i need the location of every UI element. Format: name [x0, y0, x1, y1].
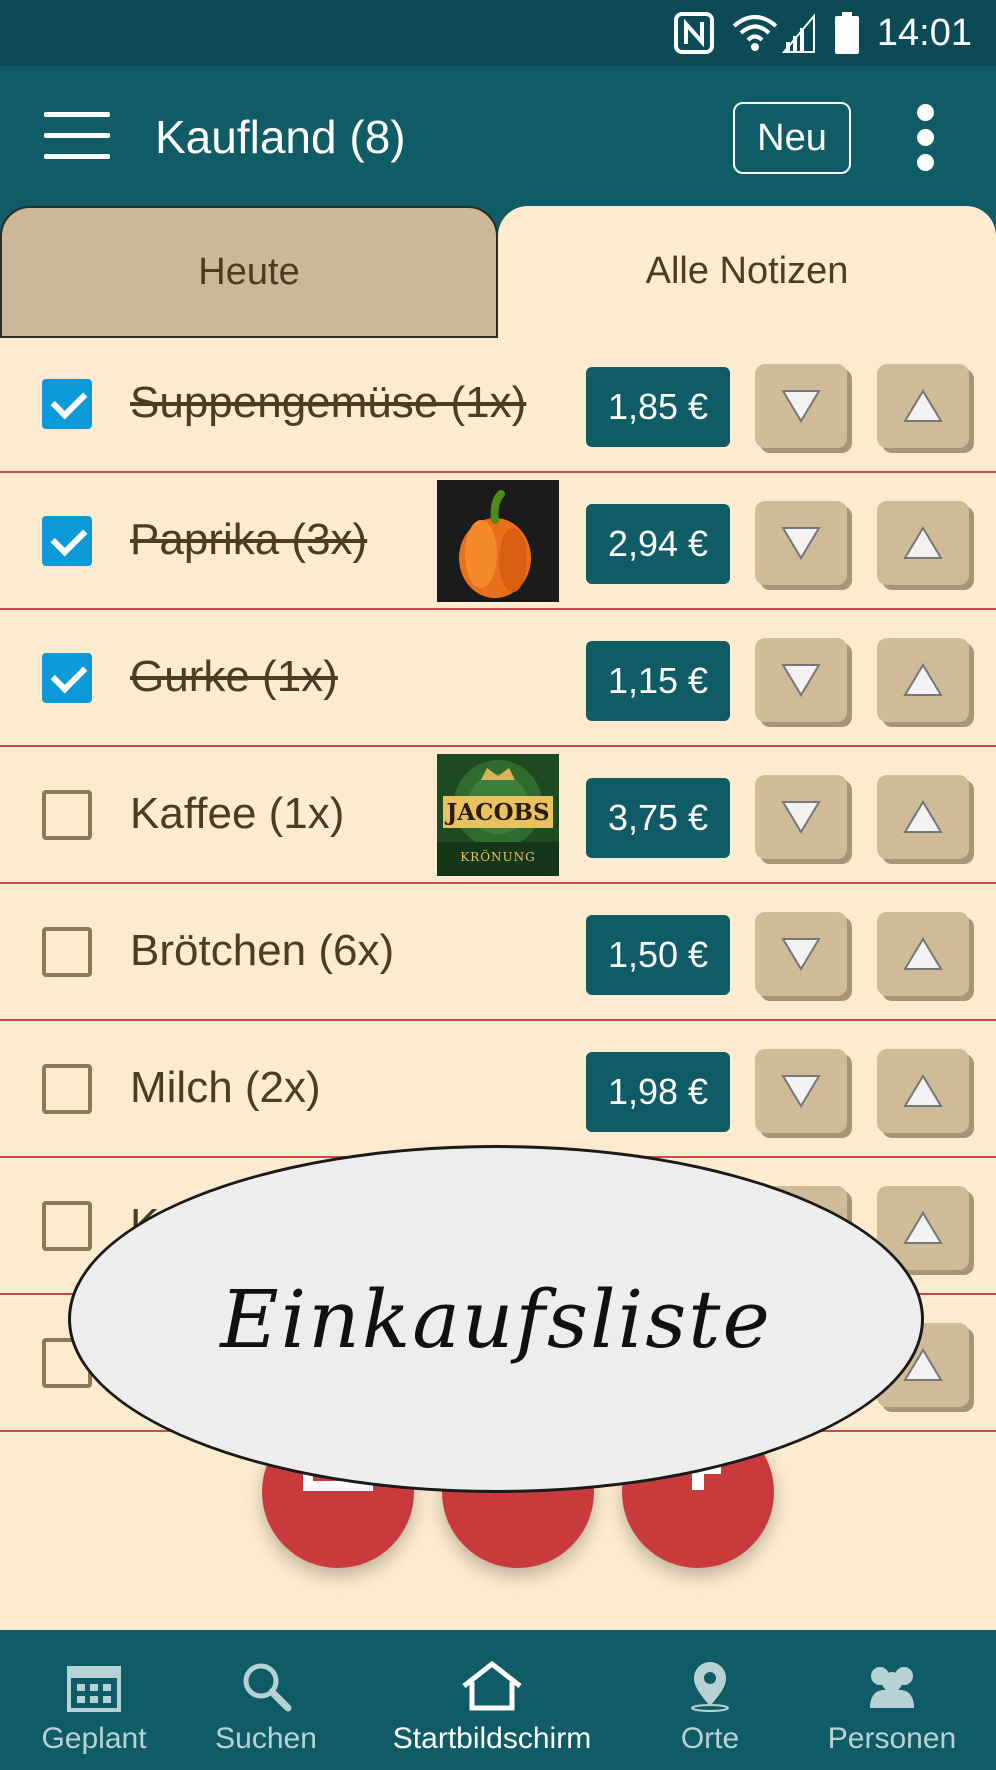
nav-suchen[interactable]: Suchen: [196, 1630, 336, 1770]
decrease-button[interactable]: [755, 364, 847, 448]
nav-label: Orte: [680, 1722, 740, 1755]
people-icon: [870, 1667, 914, 1708]
list-item: Paprika (3x) 2,94 €: [0, 473, 996, 610]
price-button[interactable]: 3,75 €: [586, 778, 730, 858]
increase-button[interactable]: [877, 1049, 969, 1133]
nav-orte[interactable]: Orte: [650, 1630, 770, 1770]
jacobs-brand: JACOBS: [446, 799, 550, 826]
item-checkbox[interactable]: [42, 516, 92, 566]
price-button[interactable]: 1,50 €: [586, 915, 730, 995]
item-label: Suppengemüse (1x): [130, 378, 527, 427]
paprika-image[interactable]: [437, 480, 559, 602]
kaffee-image[interactable]: JACOBS KRÖNUNG: [437, 754, 559, 876]
price-button[interactable]: 1,85 €: [586, 367, 730, 447]
decrease-button[interactable]: [755, 775, 847, 859]
item-label: Kaffee (1x): [130, 789, 345, 838]
item-checkbox[interactable]: [42, 379, 92, 429]
new-button[interactable]: Neu: [733, 102, 851, 174]
item-label: Gurke (1x): [130, 652, 338, 701]
triangle-up-icon: [903, 1211, 943, 1244]
tab-heute[interactable]: Heute: [0, 206, 498, 338]
triangle-down-icon: [781, 1075, 821, 1108]
item-checkbox[interactable]: [42, 927, 92, 977]
triangle-up-icon: [903, 937, 943, 970]
item-checkbox[interactable]: [42, 653, 92, 703]
status-bar: 14:01: [0, 0, 996, 66]
triangle-down-icon: [781, 938, 821, 971]
jacobs-line: KRÖNUNG: [460, 850, 536, 864]
triangle-down-icon: [781, 527, 821, 560]
price-button[interactable]: 1,15 €: [586, 641, 730, 721]
nfc-icon: [674, 12, 714, 54]
list-item: Gurke (1x) 1,15 €: [0, 610, 996, 747]
item-label: Milch (2x): [130, 1063, 321, 1112]
triangle-up-icon: [903, 389, 943, 422]
decrease-button[interactable]: [755, 638, 847, 722]
triangle-up-icon: [903, 1074, 943, 1107]
list-item: Suppengemüse (1x) 1,85 €: [0, 336, 996, 473]
triangle-down-icon: [781, 390, 821, 423]
wifi-icon: [732, 15, 778, 51]
signal-icon: [782, 13, 815, 53]
increase-button[interactable]: [877, 501, 969, 585]
nav-personen[interactable]: Personen: [812, 1630, 972, 1770]
price-button[interactable]: 2,94 €: [586, 504, 730, 584]
calendar-icon: [67, 1666, 121, 1712]
bottom-navigation: Geplant Suchen Startbildschirm Orte Pers…: [0, 1630, 996, 1770]
menu-icon[interactable]: [44, 112, 110, 160]
increase-button[interactable]: [877, 364, 969, 448]
tab-bar: Heute Alle Notizen: [0, 206, 996, 338]
overlay-title: Einkaufsliste: [220, 1272, 772, 1366]
title-overlay: Einkaufsliste: [68, 1145, 924, 1493]
nav-geplant[interactable]: Geplant: [20, 1630, 168, 1770]
page-title: Kaufland (8): [155, 111, 406, 163]
app-bar: Kaufland (8) Neu: [0, 66, 996, 206]
decrease-button[interactable]: [755, 912, 847, 996]
search-icon: [243, 1663, 292, 1712]
triangle-up-icon: [903, 800, 943, 833]
nav-label: Personen: [827, 1722, 957, 1755]
increase-button[interactable]: [877, 912, 969, 996]
triangle-up-icon: [903, 526, 943, 559]
list-item: Brötchen (6x) 1,50 €: [0, 884, 996, 1021]
location-icon: [691, 1662, 729, 1712]
nav-label: Suchen: [215, 1722, 317, 1755]
item-label: Brötchen (6x): [130, 926, 395, 975]
price-button[interactable]: 1,98 €: [586, 1052, 730, 1132]
list-item: Kaffee (1x) JACOBS KRÖNUNG 3,75 €: [0, 747, 996, 884]
tab-alle-notizen[interactable]: Alle Notizen: [498, 206, 996, 336]
triangle-up-icon: [903, 663, 943, 696]
increase-button[interactable]: [877, 638, 969, 722]
nav-startbildschirm[interactable]: Startbildschirm: [372, 1630, 612, 1770]
increase-button[interactable]: [877, 775, 969, 859]
item-label: Paprika (3x): [130, 515, 368, 564]
item-checkbox[interactable]: [42, 790, 92, 840]
item-checkbox[interactable]: [42, 1064, 92, 1114]
decrease-button[interactable]: [755, 1049, 847, 1133]
more-options-icon[interactable]: [910, 104, 940, 171]
item-checkbox[interactable]: [42, 1201, 92, 1251]
clock: 14:01: [876, 12, 972, 54]
triangle-down-icon: [781, 801, 821, 834]
list-item: Milch (2x) 1,98 €: [0, 1021, 996, 1158]
home-icon: [462, 1660, 522, 1711]
triangle-down-icon: [781, 664, 821, 697]
decrease-button[interactable]: [755, 501, 847, 585]
battery-icon: [835, 12, 859, 54]
nav-label: Startbildschirm: [392, 1722, 592, 1755]
nav-label: Geplant: [41, 1722, 147, 1755]
